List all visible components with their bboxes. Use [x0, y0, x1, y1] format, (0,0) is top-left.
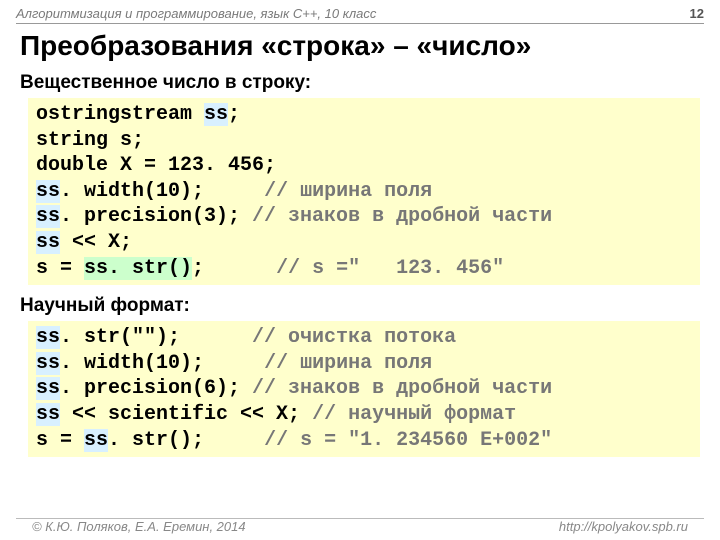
course-label: Алгоритмизация и программирование, язык …: [16, 6, 376, 21]
section1-heading: Вещественное число в строку:: [0, 70, 720, 98]
page-number: 12: [690, 6, 704, 21]
slide-title: Преобразования «строка» – «число»: [0, 28, 720, 70]
code-block-2: ss. str(""); // очистка потока ss. width…: [28, 321, 700, 457]
code-block-1: ostringstream ss; string s; double X = 1…: [28, 98, 700, 285]
section2-heading: Научный формат:: [0, 293, 720, 321]
header-divider: [16, 23, 704, 24]
slide-header: Алгоритмизация и программирование, язык …: [0, 0, 720, 23]
footer-url: http://kpolyakov.spb.ru: [559, 519, 688, 534]
slide-footer: © К.Ю. Поляков, Е.А. Еремин, 2014 http:/…: [16, 518, 704, 534]
copyright: © К.Ю. Поляков, Е.А. Еремин, 2014: [32, 519, 246, 534]
